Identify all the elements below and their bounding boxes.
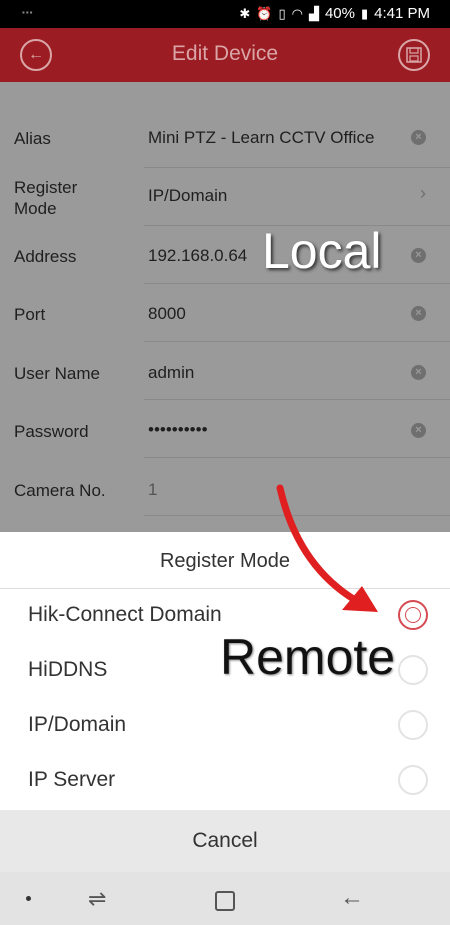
option-ip-domain[interactable]: IP/Domain (0, 698, 450, 753)
option-label: IP Server (28, 768, 116, 791)
clear-icon[interactable]: × (411, 130, 426, 145)
cancel-label: Cancel (192, 829, 258, 852)
home-icon[interactable] (215, 891, 235, 911)
camera-no-row[interactable]: Camera No. 1 (0, 458, 450, 516)
nav-dot-icon[interactable] (26, 896, 31, 901)
sheet-title: Register Mode (159, 550, 291, 572)
password-row[interactable]: Password •••••••••• × (0, 400, 450, 458)
notification-icon: ▪▪▪ (22, 8, 34, 17)
radio-icon[interactable] (398, 710, 428, 740)
local-annotation: Local (262, 223, 382, 279)
port-field[interactable]: 8000 (148, 304, 186, 324)
register-mode-label: Register Mode (14, 178, 78, 218)
username-row[interactable]: User Name admin × (0, 342, 450, 400)
address-field[interactable]: 192.168.0.64 (148, 246, 247, 266)
address-row[interactable]: Address 192.168.0.64 × (0, 226, 450, 284)
alias-label: Alias (14, 129, 51, 148)
port-row[interactable]: Port 8000 × (0, 284, 450, 342)
username-field[interactable]: admin (148, 363, 194, 383)
vibrate-icon: ▯ (278, 5, 286, 21)
camera-no-label: Camera No. (14, 481, 106, 500)
clear-icon[interactable]: × (411, 423, 426, 438)
alarm-icon: ⏰ (256, 5, 273, 21)
option-label: Hik-Connect Domain (28, 603, 222, 626)
port-label: Port (14, 305, 46, 324)
register-mode-row[interactable]: Register Mode IP/Domain › (0, 168, 450, 226)
radio-selected-icon[interactable] (398, 600, 428, 630)
clear-icon[interactable]: × (411, 365, 426, 380)
page-title: Edit Device (171, 42, 279, 65)
clear-icon[interactable]: × (411, 306, 426, 321)
battery-percent: 40% (324, 5, 355, 22)
battery-icon: ▮ (360, 5, 369, 21)
device-form: Alias Mini PTZ - Learn CCTV Office × Reg… (0, 82, 450, 532)
back-arrow-icon[interactable]: ← (340, 884, 364, 912)
password-label: Password (14, 422, 89, 441)
app-bar: ← Edit Device (0, 28, 450, 82)
camera-no-value: 1 (148, 480, 158, 499)
radio-icon[interactable] (398, 765, 428, 795)
status-bar: ▪▪▪ ✱ ⏰ ▯ ◠ ▟ 40% ▮ 4:41 PM (0, 0, 450, 28)
clock: 4:41 PM (374, 5, 430, 22)
option-label: IP/Domain (28, 713, 127, 736)
signal-icon: ▟ (308, 5, 319, 21)
system-nav-bar: ⇌ ← (0, 872, 450, 925)
wifi-icon: ◠ (291, 5, 303, 21)
recent-apps-icon[interactable]: ⇌ (88, 886, 106, 912)
chevron-right-icon: › (420, 183, 426, 203)
radio-icon[interactable] (398, 655, 428, 685)
password-field[interactable]: •••••••••• (148, 420, 208, 440)
alias-field[interactable]: Mini PTZ - Learn CCTV Office (148, 128, 374, 148)
alias-row[interactable]: Alias Mini PTZ - Learn CCTV Office × (0, 110, 450, 168)
clear-icon[interactable]: × (411, 248, 426, 263)
save-icon (406, 47, 422, 63)
address-label: Address (14, 247, 77, 266)
register-mode-value: IP/Domain (148, 186, 228, 205)
username-label: User Name (14, 364, 100, 383)
remote-annotation: Remote (220, 629, 396, 685)
bluetooth-icon: ✱ (239, 5, 251, 21)
cancel-button[interactable]: Cancel (0, 810, 450, 872)
option-ip-server[interactable]: IP Server (0, 753, 450, 808)
option-label: HiDDNS (28, 658, 108, 681)
save-button[interactable] (398, 39, 430, 71)
